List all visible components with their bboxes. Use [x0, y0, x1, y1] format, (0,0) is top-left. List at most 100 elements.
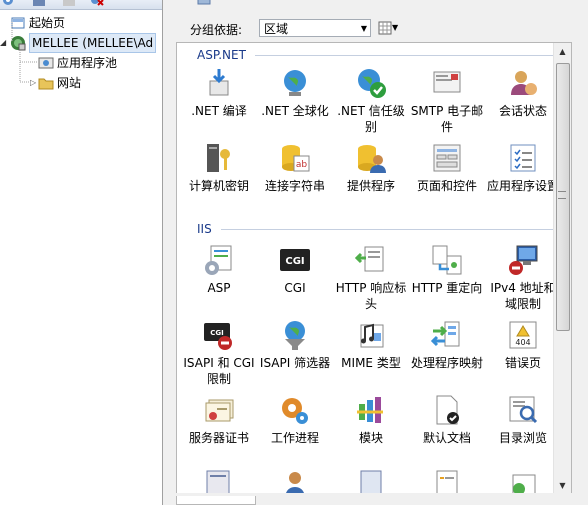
asp-icon — [205, 245, 232, 275]
http-redirect-icon — [432, 245, 462, 275]
feature-cutoff-icon[interactable] — [431, 469, 463, 495]
dropdown-arrow-icon: ▼ — [360, 24, 367, 33]
feature-label: MIME 类型 — [341, 356, 401, 370]
feature-label: ISAPI 和 CGI 限制 — [183, 356, 255, 386]
feature-cutoff-icon[interactable] — [355, 469, 387, 495]
view-tabs-strip — [168, 493, 588, 505]
feature-label: CGI — [284, 281, 306, 295]
feature-label: .NET 信任级别 — [337, 104, 405, 134]
view-dropdown-arrow-icon: ▼ — [392, 23, 399, 32]
net-compilation-icon — [209, 69, 229, 96]
feature-label: 模块 — [358, 431, 383, 445]
providers-icon — [358, 145, 386, 173]
worker-processes-icon — [282, 398, 308, 424]
feature-worker-processes[interactable]: 工作进程 — [257, 394, 333, 446]
scrollbar-grip-icon — [558, 191, 566, 199]
feature-pages-controls[interactable]: 页面和控件 — [409, 142, 485, 194]
feature-cutoff-icon[interactable] — [507, 469, 539, 495]
feature-error-pages[interactable]: 404 错误页 — [485, 319, 561, 371]
machine-key-icon — [207, 144, 230, 172]
feature-cutoff-icon[interactable] — [203, 469, 235, 495]
directory-browsing-icon — [509, 396, 538, 424]
tree-lines — [11, 22, 38, 83]
vertical-scrollbar[interactable]: ▲ ▼ — [553, 43, 571, 494]
feature-net-compilation[interactable]: .NET 编译 — [181, 67, 257, 119]
feature-isapi-cgi-restrictions[interactable]: CGI ISAPI 和 CGI 限制 — [181, 319, 257, 387]
feature-label: HTTP 响应标头 — [335, 281, 407, 311]
feature-label: HTTP 重定向 — [411, 281, 483, 295]
features-view: 分组依据: 区域 ▼ ▼ ASP.NET .NET 编译 .NET 全球化 .N… — [168, 0, 588, 505]
feature-net-trust-levels[interactable]: .NET 信任级别 — [333, 67, 409, 135]
feature-label: .NET 编译 — [191, 104, 247, 118]
feature-label: 错误页 — [504, 356, 541, 370]
feature-label: .NET 全球化 — [261, 104, 329, 118]
feature-app-settings[interactable]: 应用程序设置 — [485, 142, 561, 194]
feature-directory-browsing[interactable]: 目录浏览 — [485, 394, 561, 446]
connection-strings-icon: ab — [282, 145, 310, 172]
feature-smtp-email[interactable]: SMTP 电子邮件 — [409, 67, 485, 135]
feature-label: 会话状态 — [498, 104, 547, 118]
smtp-email-icon — [433, 71, 461, 93]
feature-modules[interactable]: 模块 — [333, 394, 409, 446]
feature-server-certificates[interactable]: 服务器证书 — [181, 394, 257, 446]
isapi-filters-icon — [285, 321, 305, 350]
section-divider — [221, 229, 553, 230]
handler-mappings-icon — [431, 321, 460, 347]
cgi-small-badge-text: CGI — [210, 329, 224, 337]
feature-session-state[interactable]: 会话状态 — [485, 67, 561, 119]
feature-asp[interactable]: ASP — [181, 244, 257, 296]
feature-mime-types[interactable]: MIME 类型 — [333, 319, 409, 371]
ipv4-restrictions-icon — [509, 245, 538, 275]
feature-label: IPv4 地址和域限制 — [490, 281, 556, 311]
section-divider — [255, 55, 553, 56]
filter-bar: 分组依据: 区域 ▼ ▼ — [182, 17, 566, 41]
mime-types-icon — [360, 323, 384, 348]
section-title-aspnet: ASP.NET — [197, 48, 246, 62]
feature-label: 处理程序映射 — [410, 356, 483, 370]
feature-label: ISAPI 筛选器 — [259, 356, 331, 370]
modules-icon — [357, 397, 383, 423]
feature-connection-strings[interactable]: ab 连接字符串 — [257, 142, 333, 194]
group-by-label: 分组依据: — [190, 23, 243, 37]
view-mode-button[interactable]: ▼ — [378, 19, 402, 37]
scroll-down-arrow-icon[interactable]: ▼ — [554, 477, 571, 494]
feature-label: 工作进程 — [270, 431, 319, 445]
features-panel: ASP.NET .NET 编译 .NET 全球化 .NET 信任级别 SMTP … — [176, 42, 572, 495]
http-response-headers-icon — [355, 246, 384, 272]
ab-badge-text: ab — [296, 160, 308, 170]
feature-ipv4-restrictions[interactable]: IPv4 地址和域限制 — [485, 244, 561, 312]
page-header-icon — [197, 0, 211, 5]
cgi-badge-text: CGI — [285, 256, 304, 267]
feature-isapi-filters[interactable]: ISAPI 筛选器 — [257, 319, 333, 371]
feature-http-redirect[interactable]: HTTP 重定向 — [409, 244, 485, 296]
feature-default-document[interactable]: 默认文档 — [409, 394, 485, 446]
default-document-icon — [436, 395, 459, 425]
group-by-select[interactable]: 区域 ▼ — [259, 19, 371, 37]
feature-label: 应用程序设置 — [486, 179, 559, 193]
feature-net-globalization[interactable]: .NET 全球化 — [257, 67, 333, 119]
feature-label: 服务器证书 — [188, 431, 249, 445]
feature-label: 默认文档 — [422, 431, 471, 445]
app-settings-icon — [510, 144, 536, 172]
session-state-icon — [511, 71, 537, 95]
feature-label: SMTP 电子邮件 — [410, 104, 484, 134]
feature-label: 提供程序 — [346, 179, 395, 193]
pages-controls-icon — [433, 144, 461, 172]
isapi-cgi-restrictions-icon: CGI — [204, 323, 232, 350]
group-by-value: 区域 — [264, 22, 289, 36]
features-view-tab[interactable] — [176, 496, 256, 505]
feature-label: 目录浏览 — [498, 431, 547, 445]
feature-cutoff-icon[interactable] — [279, 469, 311, 495]
feature-handler-mappings[interactable]: 处理程序映射 — [409, 319, 485, 371]
feature-http-response-headers[interactable]: HTTP 响应标头 — [333, 244, 409, 312]
feature-machine-key[interactable]: 计算机密钥 — [181, 142, 257, 194]
feature-cgi[interactable]: CGI CGI — [257, 244, 333, 296]
feature-label: 页面和控件 — [416, 179, 477, 193]
server-certificates-icon — [205, 399, 234, 422]
scroll-up-arrow-icon[interactable]: ▲ — [554, 43, 571, 60]
feature-providers[interactable]: 提供程序 — [333, 142, 409, 194]
error-pages-icon: 404 — [509, 321, 537, 349]
net-trust-levels-icon — [358, 69, 386, 98]
net-globalization-icon — [284, 70, 306, 96]
section-title-iis: IIS — [197, 222, 212, 236]
